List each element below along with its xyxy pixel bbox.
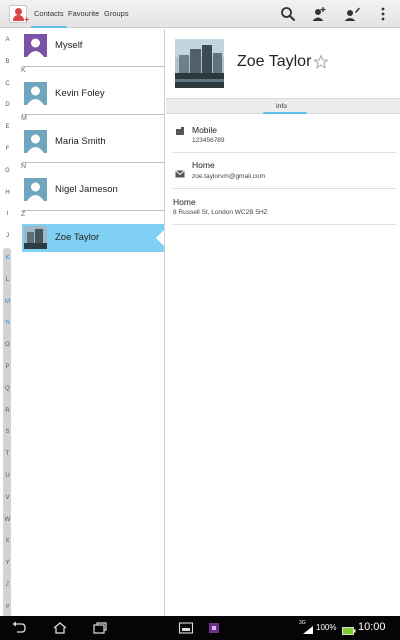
index-letter-o[interactable]: O <box>0 342 15 348</box>
index-letter-c[interactable]: C <box>0 81 15 87</box>
index-letter-a[interactable]: A <box>0 37 15 43</box>
contact-name: Zoe Taylor <box>55 232 100 243</box>
index-letter-n[interactable]: N <box>0 320 15 326</box>
index-letter-r[interactable]: R <box>0 408 15 414</box>
index-letter-p[interactable]: P <box>0 364 15 370</box>
tab-groups[interactable]: Groups <box>104 9 129 28</box>
index-letter-w[interactable]: W <box>0 517 15 523</box>
contact-row-zoe-taylor[interactable]: Zoe Taylor <box>22 224 166 252</box>
section-header-n: N <box>21 163 27 170</box>
info-tab-bar: Info <box>166 98 400 114</box>
divider <box>22 114 165 115</box>
tab-favourite[interactable]: Favourite <box>68 9 99 28</box>
section-header-z: Z <box>21 211 26 218</box>
index-letter-v[interactable]: V <box>0 495 15 501</box>
index-letter-x[interactable]: X <box>0 538 15 544</box>
contacts-app-icon[interactable]: + <box>9 5 29 24</box>
contact-detail-pane: Zoe Taylor Info Mobile 123456789 Home zo… <box>166 29 400 616</box>
search-icon[interactable] <box>279 5 297 23</box>
avatar <box>24 34 47 57</box>
divider <box>173 188 396 189</box>
divider <box>173 152 396 153</box>
index-letter-f[interactable]: F <box>0 146 15 152</box>
field-value: zoe.taylorvm@gmail.com <box>192 173 266 180</box>
action-bar: + Contacts Favourite Groups <box>0 0 400 28</box>
divider <box>22 66 165 67</box>
overflow-menu-icon[interactable] <box>374 5 392 23</box>
contact-list: Myself K Kevin Foley M Maria Smith N Nig… <box>15 29 166 616</box>
contact-photo[interactable] <box>175 39 224 88</box>
alphabet-index[interactable]: A B C D E F G H I J K L M N O P Q R S T U V W X Y Z # <box>0 29 15 626</box>
field-mobile[interactable]: Mobile 123456789 <box>166 117 396 155</box>
tab-contacts[interactable]: Contacts <box>31 9 67 28</box>
favourite-star-icon[interactable] <box>313 54 329 70</box>
back-icon[interactable] <box>11 621 27 635</box>
recent-apps-icon[interactable] <box>92 621 108 635</box>
contact-row-myself[interactable]: Myself <box>22 32 165 67</box>
clock: 10:00 <box>358 621 386 633</box>
add-contact-icon[interactable] <box>310 5 328 23</box>
divider <box>173 224 396 225</box>
divider <box>22 210 165 211</box>
contact-name: Kevin Foley <box>55 88 105 99</box>
signal-icon <box>302 623 314 634</box>
index-letter-d[interactable]: D <box>0 102 15 108</box>
battery-icon <box>342 624 356 635</box>
section-header-k: K <box>21 67 26 74</box>
index-letter-g[interactable]: G <box>0 168 15 174</box>
index-letter-k[interactable]: K <box>0 255 15 261</box>
contact-name-heading: Zoe Taylor <box>237 53 312 70</box>
screenshot-icon[interactable] <box>178 621 194 635</box>
field-title: Mobile <box>192 125 218 135</box>
section-header-m: M <box>21 115 27 122</box>
index-letter-q[interactable]: Q <box>0 386 15 392</box>
phone-icon[interactable] <box>175 124 185 135</box>
avatar <box>24 82 47 105</box>
contact-name: Maria Smith <box>55 136 106 147</box>
index-letter-hash[interactable]: # <box>0 604 15 610</box>
index-letter-h[interactable]: H <box>0 190 15 196</box>
battery-percent: 100% <box>316 623 337 632</box>
contact-name: Nigel Jameson <box>55 184 118 195</box>
system-navigation-bar: 3G 100% 10:00 <box>0 616 400 640</box>
field-address[interactable]: Home 8 Russell St, London WC2B 5HZ <box>166 190 396 228</box>
index-scroll-track[interactable] <box>3 248 11 626</box>
contact-row-nigel-jameson[interactable]: Nigel Jameson <box>22 176 165 211</box>
index-letter-e[interactable]: E <box>0 124 15 130</box>
avatar <box>24 178 47 201</box>
field-title: Home <box>192 160 215 170</box>
edit-contact-icon[interactable] <box>343 5 361 23</box>
media-icon[interactable] <box>206 621 222 635</box>
avatar <box>24 130 47 153</box>
avatar <box>24 226 47 249</box>
index-letter-l[interactable]: L <box>0 277 15 283</box>
index-letter-z[interactable]: Z <box>0 582 15 588</box>
field-email[interactable]: Home zoe.taylorvm@gmail.com <box>166 154 396 192</box>
field-value: 123456789 <box>192 137 225 144</box>
divider <box>22 162 165 163</box>
index-letter-b[interactable]: B <box>0 59 15 65</box>
contact-name: Myself <box>55 40 83 51</box>
tab-info[interactable]: Info <box>276 103 287 110</box>
index-letter-i[interactable]: I <box>0 211 15 217</box>
pane-divider <box>164 29 165 616</box>
tab-indicator <box>263 112 307 114</box>
field-title: Home <box>173 197 196 207</box>
home-icon[interactable] <box>52 621 68 635</box>
index-letter-y[interactable]: Y <box>0 560 15 566</box>
index-letter-m[interactable]: M <box>0 299 15 305</box>
contact-row-kevin-foley[interactable]: Kevin Foley <box>22 80 165 115</box>
index-letter-t[interactable]: T <box>0 451 15 457</box>
field-value: 8 Russell St, London WC2B 5HZ <box>173 209 268 216</box>
index-letter-j[interactable]: J <box>0 233 15 239</box>
contact-row-maria-smith[interactable]: Maria Smith <box>22 128 165 163</box>
index-letter-u[interactable]: U <box>0 473 15 479</box>
index-letter-s[interactable]: S <box>0 429 15 435</box>
email-icon[interactable] <box>175 166 185 178</box>
